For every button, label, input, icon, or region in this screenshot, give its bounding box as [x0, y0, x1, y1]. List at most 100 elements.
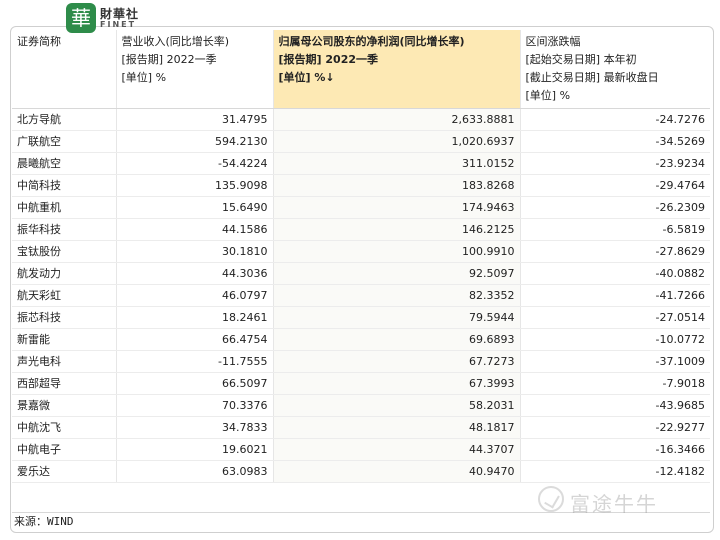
- revenue-growth: 15.6490: [116, 196, 274, 219]
- header-line: [单位] %: [121, 71, 167, 84]
- table-row[interactable]: 振华科技 44.1586 146.2125 -6.5819: [12, 218, 710, 241]
- price-change: -37.1009: [520, 350, 710, 373]
- stock-name: 中简科技: [12, 174, 117, 197]
- stock-name: 景嘉微: [12, 394, 117, 417]
- revenue-growth: 30.1810: [116, 240, 274, 263]
- col-header-net-profit[interactable]: 归属母公司股东的净利润(同比增长率) [报告期] 2022一季 [单位] %↓: [273, 30, 521, 109]
- table-row[interactable]: 爱乐达 63.0983 40.9470 -12.4182: [12, 460, 710, 483]
- price-change: -10.0772: [520, 328, 710, 351]
- col-header-price-change[interactable]: 区间涨跌幅 [起始交易日期] 本年初 [截止交易日期] 最新收盘日 [单位] %: [520, 30, 710, 109]
- table-row[interactable]: 北方导航 31.4795 2,633.8881 -24.7276: [12, 108, 710, 131]
- table-row[interactable]: 西部超导 66.5097 67.3993 -7.9018: [12, 372, 710, 395]
- price-change: -40.0882: [520, 262, 710, 285]
- logo-badge-icon: 華: [66, 3, 96, 33]
- price-change: -27.8629: [520, 240, 710, 263]
- revenue-growth: 63.0983: [116, 460, 274, 483]
- stock-name: 声光电科: [12, 350, 117, 373]
- header-line: [起始交易日期] 本年初: [525, 53, 637, 66]
- header-line: 区间涨跌幅: [525, 35, 581, 48]
- price-change: -43.9685: [520, 394, 710, 417]
- header-line: [单位] %: [525, 89, 571, 102]
- header-line: [报告期] 2022一季: [278, 53, 379, 66]
- price-change: -24.7276: [520, 108, 710, 131]
- stock-name: 爱乐达: [12, 460, 117, 483]
- stock-name: 新雷能: [12, 328, 117, 351]
- price-change: -23.9234: [520, 152, 710, 175]
- stock-name: 中航沈飞: [12, 416, 117, 439]
- col-header-revenue[interactable]: 营业收入(同比增长率) [报告期] 2022一季 [单位] %: [116, 30, 274, 109]
- net-profit-growth: 79.5944: [273, 306, 521, 329]
- revenue-growth: -11.7555: [116, 350, 274, 373]
- price-change: -16.3466: [520, 438, 710, 461]
- net-profit-growth: 92.5097: [273, 262, 521, 285]
- revenue-growth: 70.3376: [116, 394, 274, 417]
- net-profit-growth: 146.2125: [273, 218, 521, 241]
- logo-name-en: FINET: [100, 20, 137, 29]
- revenue-growth: 66.5097: [116, 372, 274, 395]
- net-profit-growth: 100.9910: [273, 240, 521, 263]
- net-profit-growth: 174.9463: [273, 196, 521, 219]
- revenue-growth: 19.6021: [116, 438, 274, 461]
- table-body: 北方导航 31.4795 2,633.8881 -24.7276 广联航空 594.21…: [12, 108, 710, 483]
- net-profit-growth: 183.8268: [273, 174, 521, 197]
- table-row[interactable]: 中航电子 19.6021 44.3707 -16.3466: [12, 438, 710, 461]
- stock-name: 宝钛股份: [12, 240, 117, 263]
- revenue-growth: 46.0797: [116, 284, 274, 307]
- stock-name: 中航重机: [12, 196, 117, 219]
- net-profit-growth: 67.7273: [273, 350, 521, 373]
- net-profit-growth: 1,020.6937: [273, 130, 521, 153]
- price-change: -41.7266: [520, 284, 710, 307]
- table-row[interactable]: 宝钛股份 30.1810 100.9910 -27.8629: [12, 240, 710, 263]
- revenue-growth: 135.9098: [116, 174, 274, 197]
- table-row[interactable]: 中航重机 15.6490 174.9463 -26.2309: [12, 196, 710, 219]
- price-change: -26.2309: [520, 196, 710, 219]
- revenue-growth: 66.4754: [116, 328, 274, 351]
- stock-name: 振华科技: [12, 218, 117, 241]
- net-profit-growth: 69.6893: [273, 328, 521, 351]
- header-line: [单位] %↓: [278, 71, 335, 84]
- price-change: -6.5819: [520, 218, 710, 241]
- stock-name: 航发动力: [12, 262, 117, 285]
- revenue-growth: 31.4795: [116, 108, 274, 131]
- table-row[interactable]: 晨曦航空 -54.4224 311.0152 -23.9234: [12, 152, 710, 175]
- finet-logo: 華 財華社 FINET: [66, 3, 176, 33]
- stock-name: 北方导航: [12, 108, 117, 131]
- header-line: [报告期] 2022一季: [121, 53, 217, 66]
- header-row: 证券简称 营业收入(同比增长率) [报告期] 2022一季 [单位] % 归属母…: [12, 30, 710, 109]
- net-profit-growth: 311.0152: [273, 152, 521, 175]
- net-profit-growth: 67.3993: [273, 372, 521, 395]
- table-row[interactable]: 中简科技 135.9098 183.8268 -29.4764: [12, 174, 710, 197]
- table-row[interactable]: 航天彩虹 46.0797 82.3352 -41.7266: [12, 284, 710, 307]
- table-row[interactable]: 中航沈飞 34.7833 48.1817 -22.9277: [12, 416, 710, 439]
- net-profit-growth: 2,633.8881: [273, 108, 521, 131]
- net-profit-growth: 58.2031: [273, 394, 521, 417]
- net-profit-growth: 44.3707: [273, 438, 521, 461]
- table-row[interactable]: 航发动力 44.3036 92.5097 -40.0882: [12, 262, 710, 285]
- price-change: -22.9277: [520, 416, 710, 439]
- net-profit-growth: 48.1817: [273, 416, 521, 439]
- header-line: 证券简称: [17, 35, 61, 48]
- stock-name: 晨曦航空: [12, 152, 117, 175]
- stock-name: 广联航空: [12, 130, 117, 153]
- table-row[interactable]: 广联航空 594.2130 1,020.6937 -34.5269: [12, 130, 710, 153]
- price-change: -27.0514: [520, 306, 710, 329]
- stock-name: 航天彩虹: [12, 284, 117, 307]
- price-change: -12.4182: [520, 460, 710, 483]
- header-line: [截止交易日期] 最新收盘日: [525, 71, 659, 84]
- watermark-text: 富途牛牛: [570, 492, 658, 516]
- stock-table: 证券简称 营业收入(同比增长率) [报告期] 2022一季 [单位] % 归属母…: [12, 30, 710, 483]
- revenue-growth: 18.2461: [116, 306, 274, 329]
- table-row[interactable]: 新雷能 66.4754 69.6893 -10.0772: [12, 328, 710, 351]
- revenue-growth: 594.2130: [116, 130, 274, 153]
- revenue-growth: 44.1586: [116, 218, 274, 241]
- stock-name: 中航电子: [12, 438, 117, 461]
- stock-name: 振芯科技: [12, 306, 117, 329]
- col-header-name[interactable]: 证券简称: [12, 30, 117, 109]
- header-line: 营业收入(同比增长率): [121, 35, 230, 48]
- futu-watermark: 富途牛牛: [538, 486, 708, 516]
- futu-logo-icon: [538, 486, 564, 512]
- revenue-growth: -54.4224: [116, 152, 274, 175]
- table-row[interactable]: 景嘉微 70.3376 58.2031 -43.9685: [12, 394, 710, 417]
- table-row[interactable]: 声光电科 -11.7555 67.7273 -37.1009: [12, 350, 710, 373]
- table-row[interactable]: 振芯科技 18.2461 79.5944 -27.0514: [12, 306, 710, 329]
